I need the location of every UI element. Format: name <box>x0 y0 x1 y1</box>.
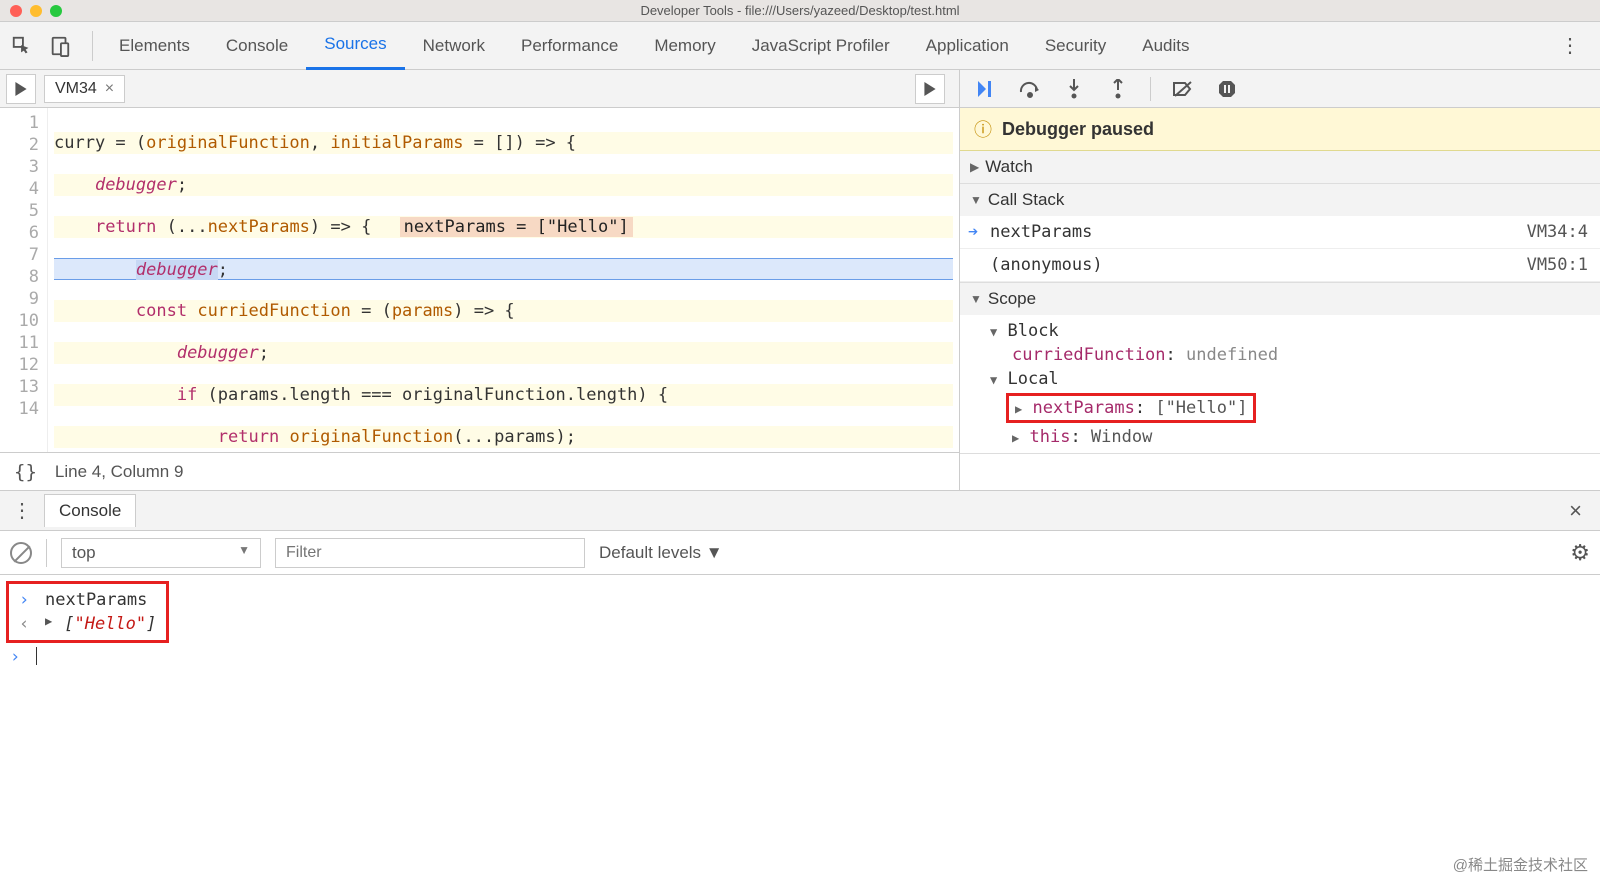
chevron-down-icon: ▼ <box>970 292 982 306</box>
tab-performance[interactable]: Performance <box>503 22 636 70</box>
scope-block-header[interactable]: ▼ Block <box>984 319 1592 343</box>
tab-elements[interactable]: Elements <box>101 22 208 70</box>
window-titlebar: Developer Tools - file:///Users/yazeed/D… <box>0 0 1600 22</box>
scope-section: ▼ Scope ▼ Block curriedFunction: undefine… <box>960 283 1600 454</box>
close-drawer-icon[interactable]: × <box>1559 498 1592 524</box>
scope-variable[interactable]: curriedFunction: undefined <box>984 343 1592 367</box>
callstack-section: ▼ Call Stack nextParams VM34:4 (anonymous… <box>960 184 1600 283</box>
pause-on-exceptions-button[interactable] <box>1215 77 1239 101</box>
scope-variable-highlighted[interactable]: ▶ nextParams: ["Hello"] <box>984 391 1592 425</box>
debugger-paused-banner: ⓘ Debugger paused <box>960 108 1600 151</box>
sources-main: VM34 × 1234567891011121314 curry = (orig… <box>0 70 1600 490</box>
console-output[interactable]: › nextParams ‹ ▶ ["Hello"] › <box>0 575 1600 673</box>
run-snippet-button[interactable] <box>6 74 36 104</box>
tab-memory[interactable]: Memory <box>636 22 733 70</box>
close-icon[interactable]: × <box>105 80 114 98</box>
prompt-icon: › <box>10 647 24 667</box>
file-tab-vm34[interactable]: VM34 × <box>44 75 125 103</box>
highlighted-console-group: › nextParams ‹ ▶ ["Hello"] <box>6 581 169 643</box>
step-into-button[interactable] <box>1062 77 1086 101</box>
console-input-row: › nextParams <box>15 588 160 612</box>
watermark: @稀土掘金技术社区 <box>1453 854 1588 875</box>
drawer-tabbar: ⋮ Console × <box>0 491 1600 531</box>
tab-console[interactable]: Console <box>208 22 306 70</box>
editor-pane: VM34 × 1234567891011121314 curry = (orig… <box>0 70 960 490</box>
chevron-right-icon: ▶ <box>970 160 979 174</box>
deactivate-breakpoints-button[interactable] <box>1171 77 1195 101</box>
device-toolbar-icon[interactable] <box>46 32 74 60</box>
text-cursor <box>36 647 37 665</box>
console-input-text: nextParams <box>45 590 147 610</box>
prompt-icon: › <box>19 590 33 610</box>
more-menu-icon[interactable]: ⋮ <box>1548 33 1592 58</box>
debugger-pane: ⓘ Debugger paused ▶ Watch ▼ Call Stack nex… <box>960 70 1600 490</box>
tab-application[interactable]: Application <box>908 22 1027 70</box>
drawer-menu-icon[interactable]: ⋮ <box>8 498 36 523</box>
stack-frame-loc: VM34:4 <box>1527 222 1588 242</box>
watch-section[interactable]: ▶ Watch <box>960 151 1600 184</box>
panel-tabbar: Elements Console Sources Network Perform… <box>0 22 1600 70</box>
console-drawer: ⋮ Console × top Default levels ▼ ⚙ › nex… <box>0 490 1600 673</box>
tab-jsprofiler[interactable]: JavaScript Profiler <box>734 22 908 70</box>
code-editor[interactable]: 1234567891011121314 curry = (originalFun… <box>0 108 959 452</box>
separator <box>1150 77 1151 101</box>
step-over-button[interactable] <box>1018 77 1042 101</box>
debugger-toolbar <box>960 70 1600 108</box>
inspect-element-icon[interactable] <box>8 32 36 60</box>
console-output-row: ‹ ▶ ["Hello"] <box>15 612 160 636</box>
scope-variable[interactable]: ▶ this: Window <box>984 425 1592 449</box>
line-gutter: 1234567891011121314 <box>0 108 48 452</box>
paused-label: Debugger paused <box>1002 119 1154 140</box>
format-code-icon[interactable]: {} <box>14 461 37 483</box>
window-title: Developer Tools - file:///Users/yazeed/D… <box>0 3 1600 18</box>
drawer-tab-console[interactable]: Console <box>44 494 136 527</box>
tab-network[interactable]: Network <box>405 22 503 70</box>
resume-script-button[interactable] <box>974 77 998 101</box>
callstack-header[interactable]: ▼ Call Stack <box>960 184 1600 216</box>
separator <box>92 31 93 61</box>
separator <box>46 539 47 567</box>
run-snippet-button-right[interactable] <box>915 74 945 104</box>
stack-frame-loc: VM50:1 <box>1527 255 1588 275</box>
editor-statusbar: {} Line 4, Column 9 <box>0 452 959 490</box>
file-tab-label: VM34 <box>55 80 97 98</box>
chevron-right-icon[interactable]: ▶ <box>45 614 52 628</box>
callstack-label: Call Stack <box>988 190 1065 210</box>
cursor-position: Line 4, Column 9 <box>55 462 184 482</box>
chevron-down-icon: ▼ <box>970 193 982 207</box>
filter-input[interactable] <box>275 538 585 568</box>
context-selector[interactable]: top <box>61 538 261 568</box>
info-icon: ⓘ <box>974 116 992 142</box>
step-out-button[interactable] <box>1106 77 1130 101</box>
stack-frame[interactable]: nextParams VM34:4 <box>960 216 1600 249</box>
stack-frame[interactable]: (anonymous) VM50:1 <box>960 249 1600 282</box>
scope-local-header[interactable]: ▼ Local <box>984 367 1592 391</box>
log-levels-selector[interactable]: Default levels ▼ <box>599 543 723 563</box>
file-tabbar: VM34 × <box>0 70 959 108</box>
output-icon: ‹ <box>19 614 33 634</box>
clear-console-icon[interactable] <box>10 542 32 564</box>
console-toolbar: top Default levels ▼ ⚙ <box>0 531 1600 575</box>
watch-label: Watch <box>985 157 1033 177</box>
stack-frame-fn: nextParams <box>990 222 1092 242</box>
tab-security[interactable]: Security <box>1027 22 1124 70</box>
scope-label: Scope <box>988 289 1036 309</box>
code-content[interactable]: curry = (originalFunction, initialParams… <box>48 108 959 452</box>
console-settings-icon[interactable]: ⚙ <box>1570 540 1590 566</box>
tab-audits[interactable]: Audits <box>1124 22 1207 70</box>
stack-frame-fn: (anonymous) <box>990 255 1103 275</box>
scope-header[interactable]: ▼ Scope <box>960 283 1600 315</box>
console-output-text: ["Hello"] <box>64 614 156 634</box>
console-prompt-row[interactable]: › <box>6 645 1594 669</box>
tab-sources[interactable]: Sources <box>306 22 404 70</box>
inline-value-badge: nextParams = ["Hello"] <box>400 217 633 237</box>
